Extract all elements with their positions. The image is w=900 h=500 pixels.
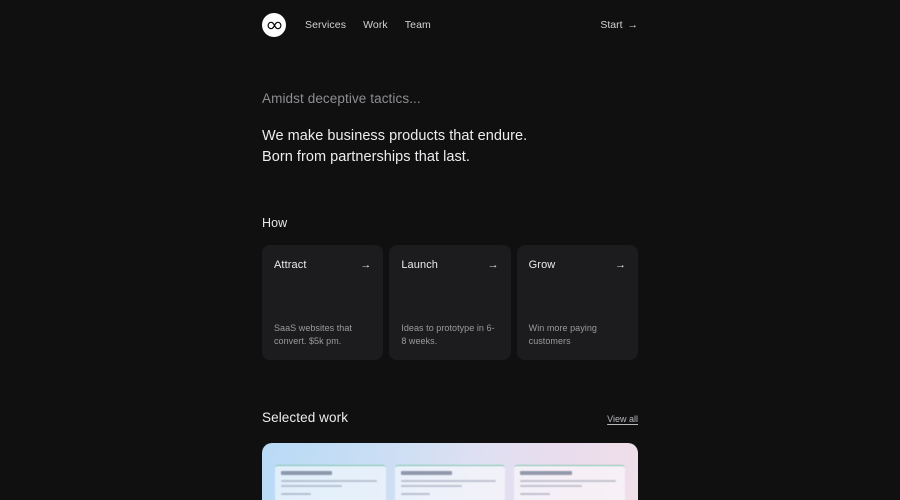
nav-item-team[interactable]: Team — [405, 19, 431, 31]
preview-mock-line — [281, 484, 343, 487]
preview-mock-heading — [400, 471, 452, 475]
preview-mock-line — [520, 484, 582, 487]
arrow-right-icon: → — [487, 259, 499, 271]
preview-mock-card — [275, 465, 386, 500]
preview-mock-footer — [281, 492, 311, 496]
hero-section: Amidst deceptive tactics... We make busi… — [262, 90, 682, 167]
preview-mock-heading — [281, 471, 333, 475]
nav-item-services[interactable]: Services — [305, 19, 346, 31]
preview-mock-line — [520, 479, 617, 482]
preview-mock-footer — [400, 492, 431, 496]
how-card-launch[interactable]: Launch → Ideas to prototype in 6-8 weeks… — [389, 245, 511, 360]
how-card-description: Ideas to prototype in 6-8 weeks. — [401, 323, 495, 346]
site-header: Services Work Team Start → — [262, 13, 638, 37]
preview-mock-footer — [520, 492, 550, 496]
selected-work-title: Selected work — [262, 410, 349, 425]
preview-mock-card — [514, 465, 626, 500]
selected-work-preview-card[interactable] — [262, 443, 638, 500]
how-card-title: Launch — [401, 259, 439, 271]
preview-mock-line — [400, 479, 497, 482]
infinity-logo-icon[interactable] — [262, 13, 286, 37]
how-card-attract[interactable]: Attract → SaaS websites that convert. $5… — [262, 245, 384, 360]
how-cards: Attract → SaaS websites that convert. $5… — [262, 245, 638, 360]
arrow-right-icon: → — [360, 259, 372, 271]
selected-work-header: Selected work View all — [262, 410, 638, 425]
preview-mock-line — [400, 484, 462, 487]
preview-mock-heading — [520, 471, 572, 475]
preview-mock-line — [281, 479, 377, 482]
start-label: Start — [600, 19, 623, 31]
arrow-right-icon: → — [627, 18, 639, 31]
how-card-grow[interactable]: Grow → Win more paying customers — [516, 245, 638, 360]
how-card-description: SaaS websites that convert. $5k pm. — [274, 323, 352, 346]
how-card-header: Launch → — [401, 259, 498, 272]
view-all-link[interactable]: View all — [607, 414, 638, 424]
arrow-right-icon: → — [614, 259, 626, 271]
main-nav: Services Work Team — [305, 19, 431, 31]
how-card-title: Grow — [528, 259, 556, 271]
hero-headline-line-2: Born from partnerships that last. — [262, 148, 470, 165]
hero-headline-line-1: We make business products that endure. — [262, 128, 528, 144]
how-card-header: Grow → — [529, 259, 626, 272]
preview-mock-card — [394, 465, 506, 500]
how-section-label: How — [262, 216, 288, 230]
how-card-header: Attract → — [274, 259, 371, 272]
hero-headline: We make business products that endure. B… — [262, 126, 682, 167]
how-card-description: Win more paying customers — [528, 323, 597, 346]
preview-mock-row — [275, 465, 626, 500]
start-button[interactable]: Start → — [600, 19, 638, 31]
how-card-title: Attract — [274, 259, 307, 271]
nav-item-work[interactable]: Work — [363, 19, 388, 31]
hero-eyebrow: Amidst deceptive tactics... — [262, 91, 421, 106]
landing-page: Services Work Team Start → Amidst decept… — [0, 0, 900, 500]
